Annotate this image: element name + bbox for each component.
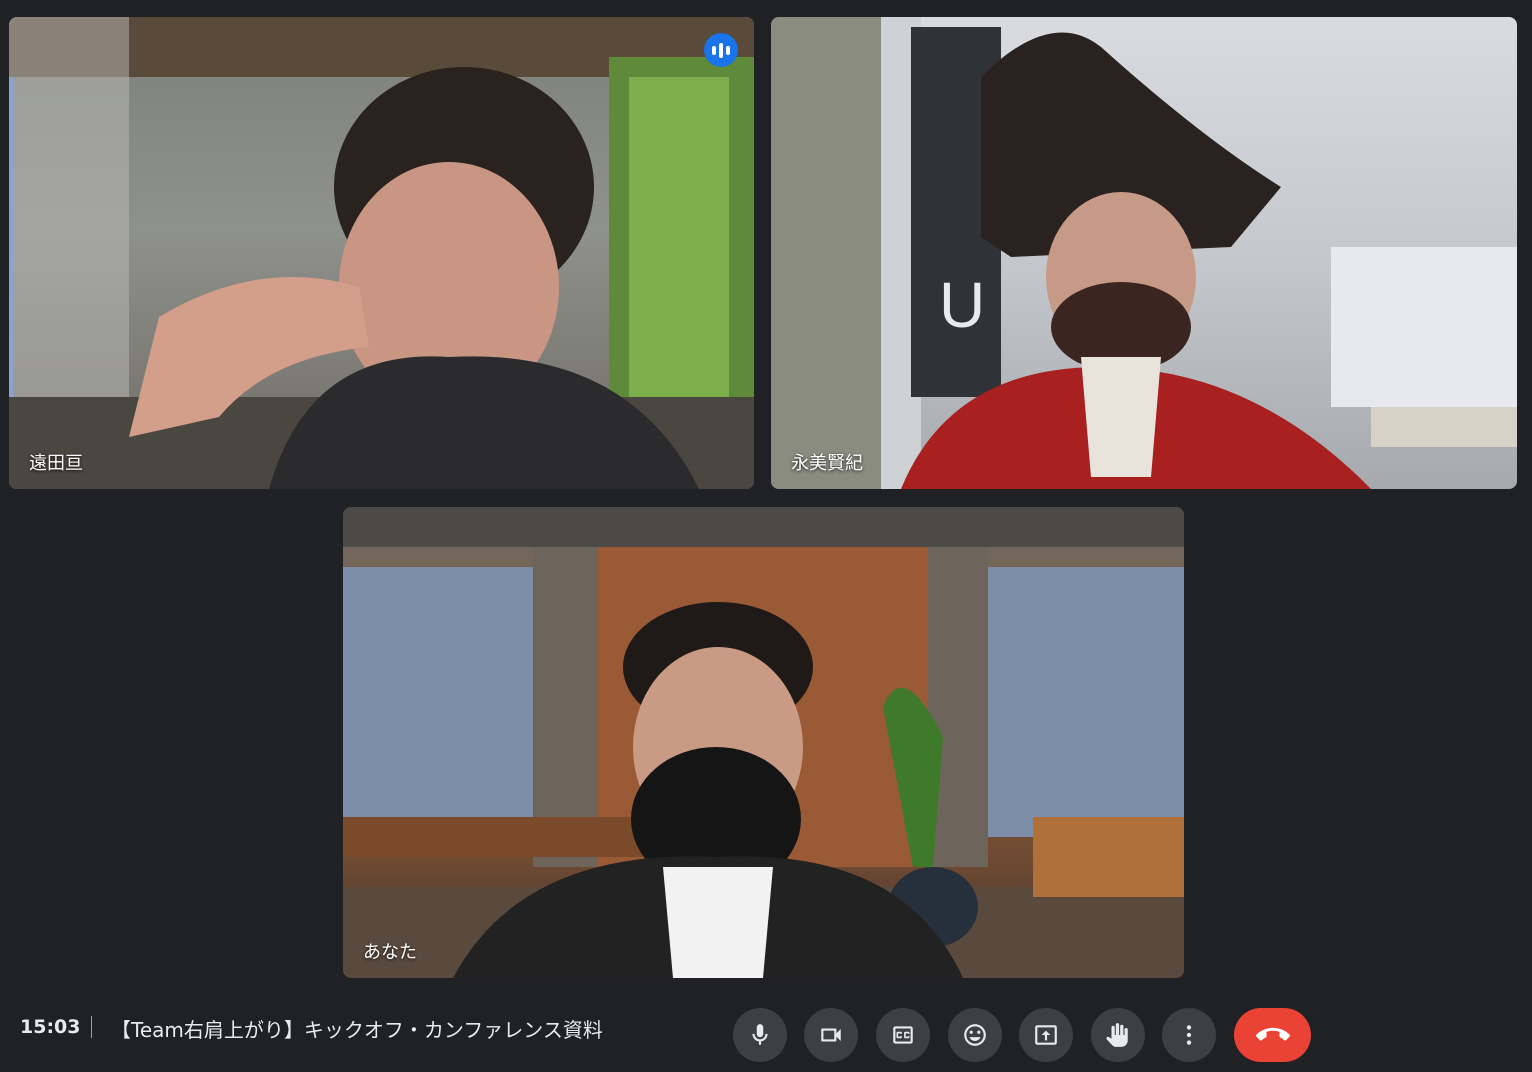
divider bbox=[91, 1016, 92, 1038]
more-options-button[interactable] bbox=[1162, 1008, 1216, 1062]
end-call-button[interactable] bbox=[1234, 1008, 1311, 1062]
emoji-icon bbox=[964, 1024, 986, 1046]
participant-name: 永美賢紀 bbox=[791, 453, 863, 474]
meeting-clock: 15:03 bbox=[20, 1016, 81, 1038]
video-feed-self bbox=[343, 507, 1184, 978]
raise-hand-button[interactable] bbox=[1091, 1008, 1145, 1062]
camera-icon bbox=[821, 1028, 841, 1042]
more-options-icon bbox=[1186, 1025, 1192, 1045]
video-feed-2: U bbox=[771, 17, 1517, 489]
captions-icon bbox=[893, 1026, 913, 1044]
participant-name: あなた bbox=[363, 942, 417, 963]
participant-tile[interactable]: U 永美賢紀 bbox=[771, 17, 1517, 489]
video-feed-1 bbox=[9, 17, 754, 489]
participant-name: 遠田亘 bbox=[29, 453, 83, 474]
captions-button[interactable] bbox=[876, 1008, 930, 1062]
reactions-button[interactable] bbox=[948, 1008, 1002, 1062]
present-screen-icon bbox=[1035, 1025, 1057, 1045]
speaking-indicator-icon bbox=[704, 33, 738, 67]
svg-text:U: U bbox=[939, 269, 985, 341]
microphone-button[interactable] bbox=[733, 1008, 787, 1062]
self-view-tile[interactable]: あなた bbox=[343, 507, 1184, 978]
participant-tile-active-speaker[interactable]: 遠田亘 bbox=[9, 17, 754, 489]
end-call-icon bbox=[1255, 1027, 1290, 1041]
present-screen-button[interactable] bbox=[1019, 1008, 1073, 1062]
meeting-title: 【Team右肩上がり】キックオフ・カンファレンス資料 bbox=[111, 1018, 603, 1042]
microphone-icon bbox=[752, 1024, 768, 1045]
raise-hand-icon bbox=[1106, 1023, 1128, 1047]
camera-button[interactable] bbox=[804, 1008, 858, 1062]
